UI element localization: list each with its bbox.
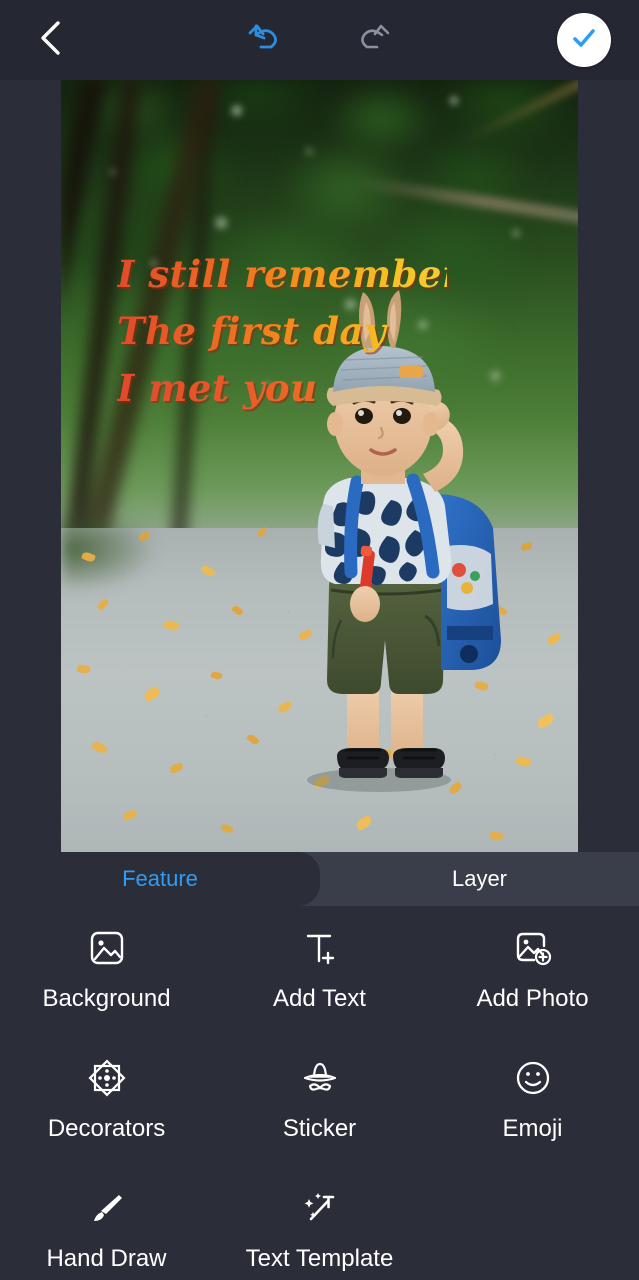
chevron-left-icon — [35, 18, 65, 63]
feature-background-label: Background — [42, 985, 171, 1012]
feature-add-photo-label: Add Photo — [476, 985, 589, 1012]
check-icon — [568, 22, 600, 59]
top-toolbar — [0, 0, 639, 80]
smiley-face-icon — [512, 1050, 554, 1106]
feature-sticker[interactable]: Sticker — [213, 1050, 426, 1180]
quote-line-3: I met you — [117, 360, 447, 417]
tab-feature[interactable]: Feature — [0, 852, 320, 906]
feature-decorators-label: Decorators — [47, 1115, 166, 1142]
feature-grid: Background Add Text Add Photo Decorators… — [0, 906, 639, 1280]
sombrero-mustache-icon — [299, 1050, 341, 1106]
redo-button[interactable] — [344, 14, 400, 66]
quote-line-2: The first day — [117, 303, 447, 360]
tab-feature-label: Feature — [122, 866, 198, 891]
photo-editor-screen: I still remember The first day I met you… — [0, 0, 639, 1280]
back-button[interactable] — [22, 13, 78, 67]
feature-text-template[interactable]: Text Template — [213, 1180, 426, 1280]
undo-arrow-icon — [246, 20, 286, 61]
image-icon — [86, 920, 128, 976]
redo-arrow-icon — [352, 20, 392, 61]
editor-tab-bar: Feature Layer — [0, 852, 639, 906]
paintbrush-icon — [86, 1180, 128, 1236]
photo-canvas[interactable]: I still remember The first day I met you — [61, 80, 578, 852]
feature-hand-draw[interactable]: Hand Draw — [0, 1180, 213, 1280]
feature-decorators[interactable]: Decorators — [0, 1050, 213, 1180]
feature-emoji-label: Emoji — [502, 1115, 563, 1142]
quote-text-layer[interactable]: I still remember The first day I met you — [117, 246, 461, 417]
feature-background[interactable]: Background — [0, 920, 213, 1050]
child-subject — [307, 290, 501, 792]
tab-layer-label: Layer — [451, 866, 508, 891]
feature-add-text[interactable]: Add Text — [213, 920, 426, 1050]
magic-wand-text-icon — [299, 1180, 341, 1236]
feature-add-photo[interactable]: Add Photo — [426, 920, 639, 1050]
text-plus-icon — [299, 920, 341, 976]
feature-add-text-label: Add Text — [273, 985, 366, 1012]
done-button[interactable] — [557, 13, 611, 67]
mandala-star-icon — [86, 1050, 128, 1106]
canvas-area: I still remember The first day I met you — [0, 80, 639, 852]
feature-hand-draw-label: Hand Draw — [46, 1245, 167, 1272]
feature-grid-empty-slot — [426, 1180, 639, 1280]
image-plus-icon — [512, 920, 554, 976]
feature-text-template-label: Text Template — [245, 1245, 394, 1272]
tab-layer[interactable]: Layer — [320, 852, 639, 906]
feature-emoji[interactable]: Emoji — [426, 1050, 639, 1180]
quote-line-1: I still remember — [117, 246, 461, 303]
undo-button[interactable] — [238, 14, 294, 66]
feature-sticker-label: Sticker — [282, 1115, 357, 1142]
feature-panel: Background Add Text Add Photo Decorators… — [0, 906, 639, 1280]
